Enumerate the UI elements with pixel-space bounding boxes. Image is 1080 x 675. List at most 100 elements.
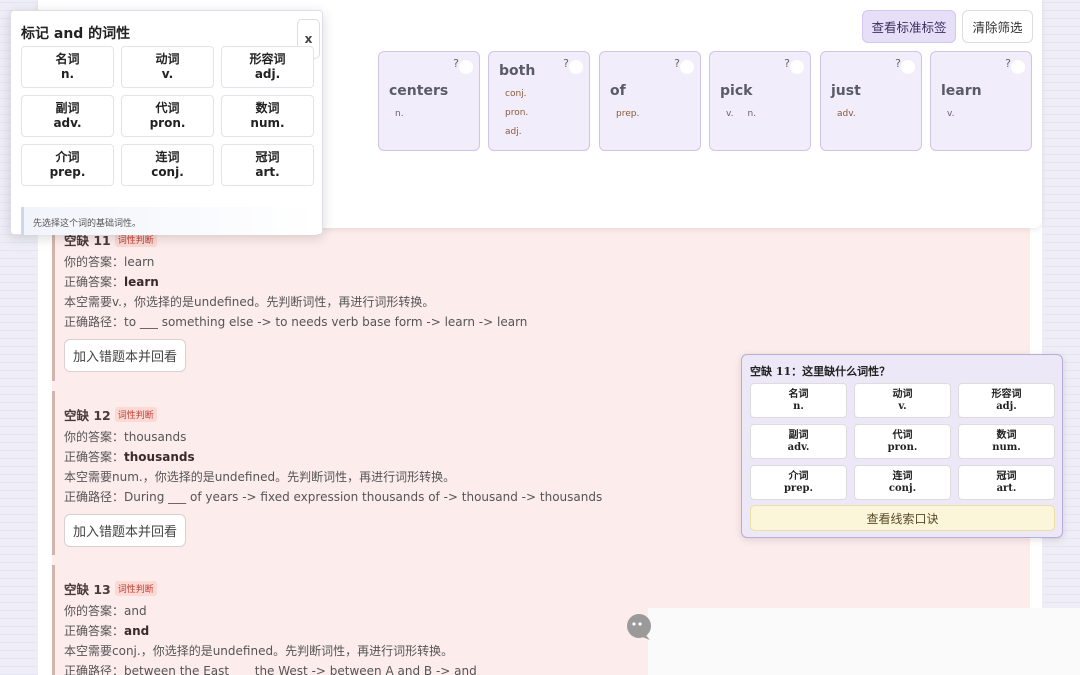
pos-option-cn: 形容词 <box>249 52 286 66</box>
pos-option-en: adv. <box>787 441 810 453</box>
category-badge: 词性判断 <box>114 581 157 596</box>
chat-bubble-icon <box>627 614 651 640</box>
pos-quiz-panel: 空缺 11：这里缺什么词性？ 名词 n. 动词 v. 形容词 adj. 副词 adv. … <box>741 354 1063 538</box>
word-card-of[interactable]: ? of prep. <box>599 51 701 151</box>
your-answer-line: 你的答案：learn <box>64 256 1030 269</box>
pos-option-cn: 代词 <box>892 429 913 441</box>
word-card-just[interactable]: ? just adv. <box>820 51 922 151</box>
quiz-option-pronoun[interactable]: 代词 pron. <box>854 424 951 459</box>
view-standard-tags-button[interactable]: 查看标准标签 <box>862 10 956 43</box>
word-card-word: pick <box>720 83 753 99</box>
your-answer-value: thousands <box>124 430 187 444</box>
word-card-centers[interactable]: ? centers n. <box>378 51 480 151</box>
pos-option-article[interactable]: 冠词 art. <box>221 144 314 186</box>
pos-option-en: v. <box>898 400 907 412</box>
word-card-word: of <box>610 83 626 99</box>
your-answer-value: and <box>124 604 147 618</box>
quiz-option-verb[interactable]: 动词 v. <box>854 383 951 418</box>
quiz-option-adverb[interactable]: 副词 adv. <box>750 424 847 459</box>
pos-option-en: pron. <box>887 441 918 453</box>
pos-tag: adv. <box>837 109 856 119</box>
word-card-word: centers <box>389 83 449 99</box>
correct-answer-label: 正确答案： <box>64 275 125 289</box>
word-card-pos-list: n. <box>395 109 404 119</box>
correct-path-label: 正确路径： <box>64 315 125 329</box>
pos-option-cn: 动词 <box>892 388 913 400</box>
correct-path-value: During ___ of years -> fixed expression … <box>124 490 603 504</box>
correct-path-value: to ___ something else -> to needs verb b… <box>124 315 528 329</box>
pos-option-en: adj. <box>254 67 281 81</box>
pos-option-en: n. <box>60 67 75 81</box>
pos-option-cn: 名词 <box>55 52 80 66</box>
word-card-pick[interactable]: ? pick v. n. <box>709 51 811 151</box>
status-dot <box>680 60 694 74</box>
pos-option-en: adv. <box>53 116 82 130</box>
word-card-word: learn <box>941 83 982 99</box>
your-answer-value: learn <box>124 255 155 269</box>
quiz-option-conjunction[interactable]: 连词 conj. <box>854 465 951 500</box>
correct-answer-label: 正确答案： <box>64 624 125 638</box>
pos-option-en: pron. <box>149 116 186 130</box>
pos-option-en: n. <box>793 400 804 412</box>
status-dot <box>901 60 915 74</box>
correct-answer-label: 正确答案： <box>64 450 125 464</box>
pos-option-adverb[interactable]: 副词 adv. <box>21 95 114 137</box>
word-card-both[interactable]: ? both conj. pron. adj. <box>488 51 590 151</box>
your-answer-label: 你的答案： <box>64 430 125 444</box>
correct-answer-value: and <box>124 624 150 638</box>
pos-option-conjunction[interactable]: 连词 conj. <box>121 144 214 186</box>
quiz-title: 空缺 11：这里缺什么词性？ <box>750 365 891 378</box>
pos-option-en: num. <box>992 441 1021 453</box>
pos-option-cn: 副词 <box>788 429 809 441</box>
pos-option-en: conj. <box>888 482 917 494</box>
popup-title: 标记 and 的词性 <box>21 26 131 42</box>
word-card-pos-list: conj. pron. adj. <box>505 89 528 137</box>
quiz-option-noun[interactable]: 名词 n. <box>750 383 847 418</box>
category-badge: 词性判断 <box>114 407 157 422</box>
pos-option-verb[interactable]: 动词 v. <box>121 46 214 88</box>
pos-option-en: num. <box>250 116 285 130</box>
pos-option-en: prep. <box>49 165 86 179</box>
quiz-option-grid: 名词 n. 动词 v. 形容词 adj. 副词 adv. 代词 pron. 数词 num. … <box>750 383 1055 500</box>
pos-tag: conj. <box>505 89 527 99</box>
pos-option-cn: 冠词 <box>255 150 280 164</box>
clear-filter-button[interactable]: 清除筛选 <box>962 10 1033 43</box>
word-card-learn[interactable]: ? learn v. <box>930 51 1032 151</box>
add-to-mistakes-button[interactable]: 加入错题本并回看 <box>64 514 187 547</box>
correct-answer-line: 正确答案：learn <box>64 276 1030 289</box>
quiz-option-numeral[interactable]: 数词 num. <box>958 424 1055 459</box>
pos-option-preposition[interactable]: 介词 prep. <box>21 144 114 186</box>
pos-option-cn: 冠词 <box>996 470 1017 482</box>
pos-option-cn: 动词 <box>155 52 180 66</box>
blank-number: 空缺 12 <box>64 408 111 423</box>
add-to-mistakes-button[interactable]: 加入错题本并回看 <box>64 339 187 372</box>
word-card-pos-list: adv. <box>837 109 856 119</box>
word-card-pos-list: v. n. <box>726 109 756 119</box>
pos-option-cn: 介词 <box>55 150 80 164</box>
pos-option-cn: 介词 <box>788 470 809 482</box>
word-card-word: just <box>831 83 861 99</box>
bottom-right-overlay <box>648 608 1080 675</box>
mark-pos-popup: 标记 and 的词性 x 名词 n. 动词 v. 形容词 adj. 副词 adv. 代词… <box>10 10 323 235</box>
correct-answer-value: learn <box>124 275 159 289</box>
pos-tag: v. <box>947 109 955 119</box>
view-clue-button[interactable]: 查看线索口诀 <box>750 505 1055 531</box>
blank-number: 空缺 13 <box>64 582 111 597</box>
correct-path-value: between the East ___ the West -> between… <box>124 664 477 675</box>
status-dot <box>459 60 473 74</box>
word-card-word: both <box>499 63 536 79</box>
pos-tag: adj. <box>505 127 522 137</box>
status-dot <box>1011 60 1025 74</box>
popup-hint: 先选择这个词的基础词性。 <box>21 207 317 235</box>
pos-option-en: art. <box>255 165 280 179</box>
pos-option-cn: 连词 <box>892 470 913 482</box>
pos-option-adjective[interactable]: 形容词 adj. <box>221 46 314 88</box>
pos-option-pronoun[interactable]: 代词 pron. <box>121 95 214 137</box>
quiz-option-adjective[interactable]: 形容词 adj. <box>958 383 1055 418</box>
pos-option-noun[interactable]: 名词 n. <box>21 46 114 88</box>
quiz-option-article[interactable]: 冠词 art. <box>958 465 1055 500</box>
pos-option-cn: 形容词 <box>991 388 1022 400</box>
correct-path-label: 正确路径： <box>64 490 125 504</box>
pos-option-numeral[interactable]: 数词 num. <box>221 95 314 137</box>
quiz-option-preposition[interactable]: 介词 prep. <box>750 465 847 500</box>
